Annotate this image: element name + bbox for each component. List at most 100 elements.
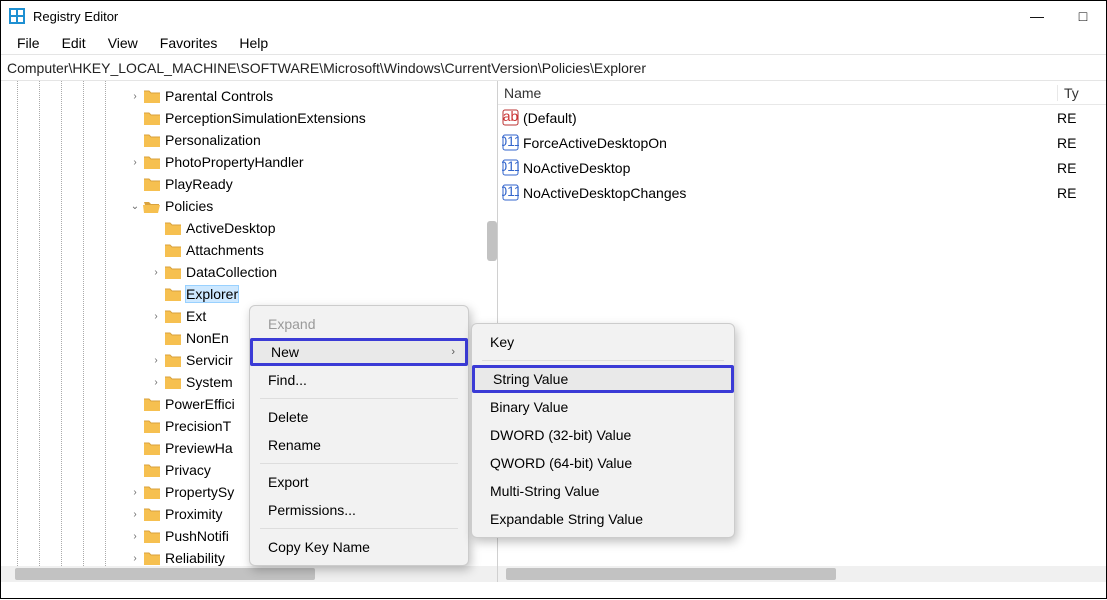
chevron-right-icon[interactable]: › [127,91,143,102]
menu-item-delete[interactable]: Delete [250,403,468,431]
folder-icon [164,221,182,236]
svg-text:011: 011 [502,134,519,149]
chevron-right-icon: › [451,346,455,358]
value-type: RE [1057,160,1076,176]
menu-file[interactable]: File [7,33,50,53]
tree-item-label: PerceptionSimulationExtensions [165,110,366,126]
tree-item-label: NonEn [186,330,229,346]
menu-view[interactable]: View [98,33,148,53]
menu-separator [260,528,458,529]
regedit-icon [9,8,25,24]
window-title: Registry Editor [33,9,1014,24]
tree-item[interactable]: Explorer [1,283,497,305]
menu-item-multi-string-value[interactable]: Multi-String Value [472,477,734,505]
chevron-right-icon[interactable]: › [148,355,164,366]
folder-icon [143,89,161,104]
menu-item-new[interactable]: New › [250,338,468,366]
folder-icon [164,331,182,346]
tree-item-label: DataCollection [186,264,277,280]
value-name: NoActiveDesktop [523,160,1057,176]
menu-item-string-value[interactable]: String Value [472,365,734,393]
chevron-right-icon[interactable]: › [127,553,143,564]
menu-item-label: Rename [268,437,321,453]
chevron-right-icon[interactable]: › [127,157,143,168]
chevron-right-icon[interactable]: › [148,267,164,278]
chevron-right-icon[interactable]: › [127,509,143,520]
tree-item-label: Proximity [165,506,223,522]
tree-item-label: PushNotifi [165,528,229,544]
menu-item-label: DWORD (32-bit) Value [490,427,631,443]
tree-item[interactable]: ActiveDesktop [1,217,497,239]
menu-item-key[interactable]: Key [472,328,734,356]
tree-hscroll[interactable] [1,566,497,582]
folder-open-icon [143,199,161,214]
menu-item-label: Copy Key Name [268,539,370,555]
menu-item-permissions[interactable]: Permissions... [250,496,468,524]
tree-item-label: PlayReady [165,176,233,192]
value-row[interactable]: 011ForceActiveDesktopOnRE [498,130,1106,155]
menu-item-label: Export [268,474,308,490]
maximize-button[interactable]: □ [1060,1,1106,31]
minimize-button[interactable]: — [1014,1,1060,31]
chevron-right-icon[interactable]: › [148,311,164,322]
chevron-down-icon[interactable]: ⌄ [127,201,143,212]
folder-icon [143,155,161,170]
folder-icon [143,397,161,412]
tree-item-label: Attachments [186,242,264,258]
tree-item[interactable]: PerceptionSimulationExtensions [1,107,497,129]
context-menu: ExpandNew›Find...DeleteRenameExportPermi… [249,305,469,566]
folder-icon [164,287,182,302]
folder-icon [143,419,161,434]
folder-icon [143,507,161,522]
window-controls: — □ [1014,1,1106,31]
tree-item-label: Parental Controls [165,88,273,104]
tree-item[interactable]: Personalization [1,129,497,151]
menu-item-binary-value[interactable]: Binary Value [472,393,734,421]
tree-hscroll-thumb[interactable] [15,568,315,580]
address-bar[interactable]: Computer\HKEY_LOCAL_MACHINE\SOFTWARE\Mic… [1,55,1106,81]
binary-value-icon: 011 [502,134,519,151]
col-name[interactable]: Name [498,85,1058,101]
menu-item-label: Find... [268,372,307,388]
menu-item-label: Multi-String Value [490,483,599,499]
folder-icon [143,485,161,500]
menu-item-copy-key-name[interactable]: Copy Key Name [250,533,468,561]
tree-item[interactable]: › Parental Controls [1,85,497,107]
menu-item-label: Binary Value [490,399,568,415]
menu-item-label: New [271,344,299,360]
tree-item[interactable]: › DataCollection [1,261,497,283]
list-hscroll[interactable] [498,566,1106,582]
folder-icon [164,353,182,368]
folder-icon [164,265,182,280]
menu-edit[interactable]: Edit [52,33,96,53]
tree-item[interactable]: ›PhotoPropertyHandler [1,151,497,173]
value-row[interactable]: 011NoActiveDesktopRE [498,155,1106,180]
menu-item-qword-64-bit-value[interactable]: QWORD (64-bit) Value [472,449,734,477]
menu-item-export[interactable]: Export [250,468,468,496]
chevron-right-icon[interactable]: › [127,487,143,498]
tree-item-label: PowerEffici [165,396,235,412]
folder-icon [164,375,182,390]
menu-item-find[interactable]: Find... [250,366,468,394]
menu-item-expandable-string-value[interactable]: Expandable String Value [472,505,734,533]
menu-separator [260,463,458,464]
list-hscroll-thumb[interactable] [506,568,836,580]
menu-favorites[interactable]: Favorites [150,33,228,53]
tree-item[interactable]: ⌄Policies [1,195,497,217]
chevron-right-icon[interactable]: › [127,531,143,542]
tree-vscroll-thumb[interactable] [487,221,497,261]
tree-item-label: PrecisionT [165,418,231,434]
menu-bar: File Edit View Favorites Help [1,31,1106,55]
col-type[interactable]: Ty [1058,85,1106,101]
value-row[interactable]: 011NoActiveDesktopChangesRE [498,180,1106,205]
title-bar: Registry Editor — □ [1,1,1106,31]
menu-help[interactable]: Help [229,33,278,53]
value-row[interactable]: ab(Default)RE [498,105,1106,130]
chevron-right-icon[interactable]: › [148,377,164,388]
tree-item[interactable]: Attachments [1,239,497,261]
menu-item-rename[interactable]: Rename [250,431,468,459]
tree-item[interactable]: PlayReady [1,173,497,195]
menu-item-label: Expandable String Value [490,511,643,527]
value-type: RE [1057,135,1076,151]
menu-item-dword-32-bit-value[interactable]: DWORD (32-bit) Value [472,421,734,449]
